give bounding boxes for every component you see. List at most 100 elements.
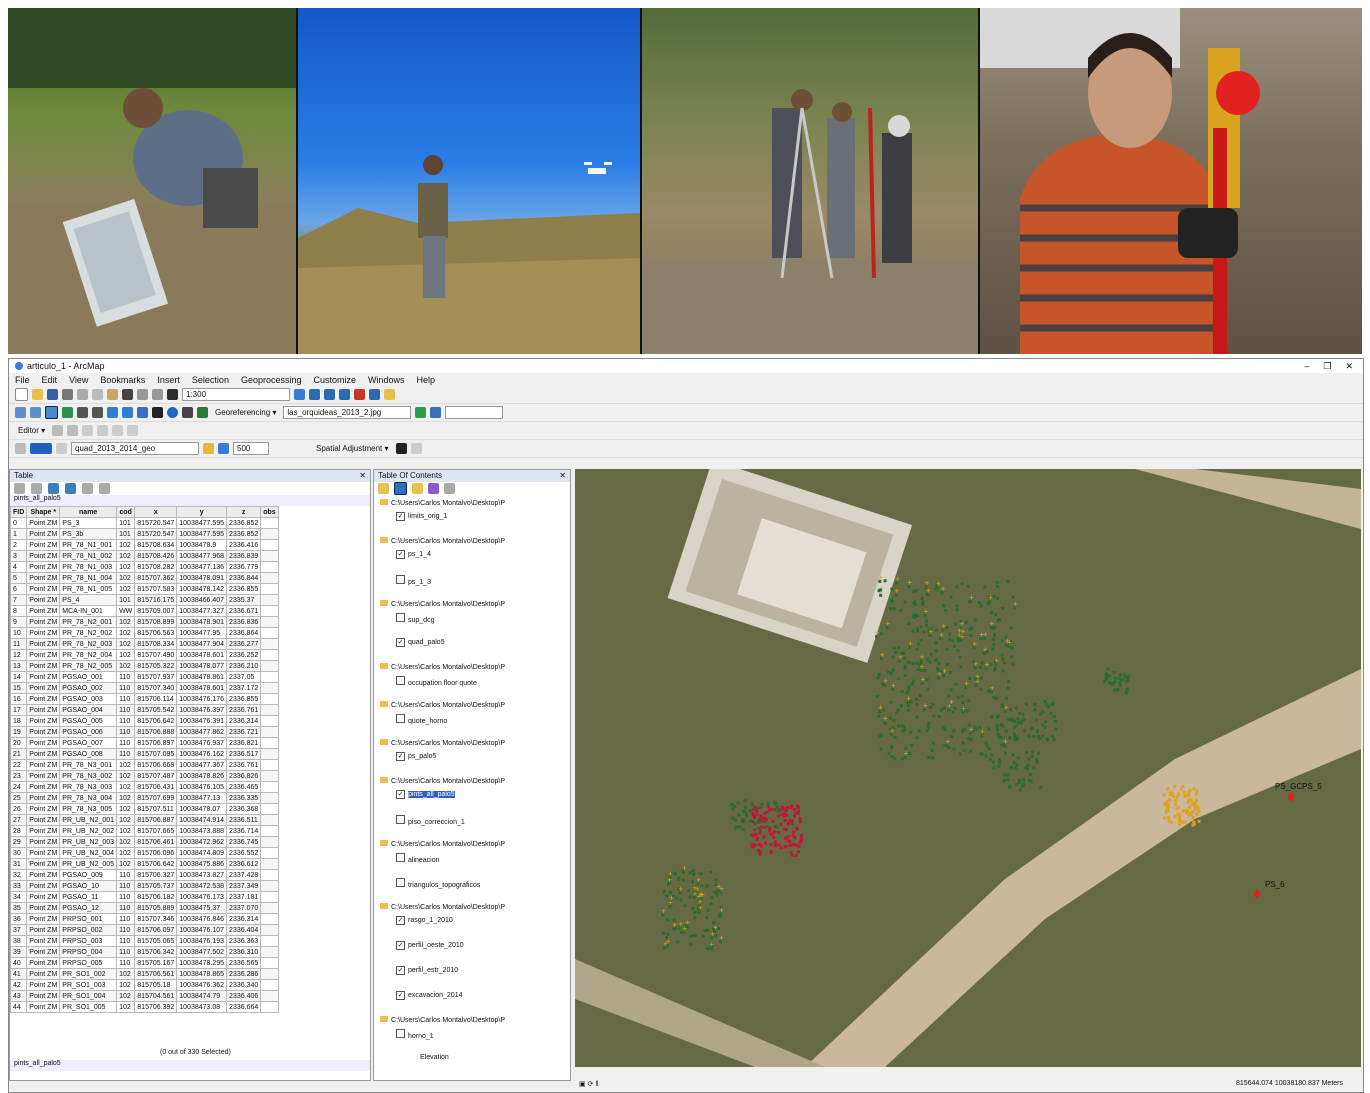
survey-point[interactable] (799, 836, 803, 840)
survey-point[interactable] (1000, 653, 1004, 657)
layer-visibility-checkbox[interactable]: ✓ (396, 752, 405, 761)
survey-point[interactable] (961, 741, 965, 745)
survey-point[interactable] (891, 655, 895, 659)
layer-visibility-checkbox[interactable] (396, 878, 405, 887)
survey-point[interactable] (879, 593, 883, 597)
survey-point[interactable] (1113, 676, 1117, 680)
menu-help[interactable]: Help (417, 375, 436, 385)
survey-point[interactable] (714, 934, 718, 938)
select-features-icon[interactable] (137, 407, 148, 418)
survey-point[interactable] (944, 608, 948, 612)
survey-point[interactable]: + (1005, 637, 1010, 646)
survey-point[interactable] (750, 833, 754, 837)
survey-point[interactable] (753, 807, 757, 811)
survey-point[interactable] (992, 766, 996, 770)
survey-point[interactable]: + (990, 619, 995, 628)
survey-point[interactable] (759, 806, 763, 810)
survey-point[interactable] (969, 633, 973, 637)
survey-point[interactable] (1170, 791, 1174, 795)
survey-point[interactable] (912, 589, 916, 593)
toc-layer[interactable]: triangulos_topograficos (396, 878, 480, 889)
survey-point[interactable] (965, 709, 969, 713)
survey-point[interactable] (968, 749, 972, 753)
survey-point[interactable] (879, 733, 883, 737)
toc-layer[interactable]: horno_1 (396, 1029, 434, 1040)
survey-point[interactable] (956, 648, 960, 652)
layer-visibility-checkbox[interactable]: ✓ (396, 991, 405, 1000)
survey-point[interactable] (777, 843, 781, 847)
survey-point[interactable]: + (985, 660, 990, 669)
survey-point[interactable] (920, 596, 924, 600)
survey-point[interactable] (1050, 734, 1054, 738)
survey-point[interactable] (710, 896, 714, 900)
toc-folder[interactable]: C:\Users\Carlos Montalvo\Desktop\P (380, 903, 505, 911)
list-by-drawing-order-icon[interactable] (378, 483, 389, 494)
toc-layer[interactable]: ✓ limits_orig_1 (396, 512, 447, 521)
table-row[interactable]: 19 Point ZM PGSAO_006 110 815706.888 10038477… (10, 726, 279, 738)
survey-point[interactable] (945, 662, 949, 666)
survey-point[interactable] (765, 825, 769, 829)
toc-layer[interactable]: occupation floor quote (396, 676, 477, 687)
table-row[interactable]: 17 Point ZM PGSAO_004 110 815705.542 10038476… (10, 704, 279, 716)
table-row[interactable]: 9 Point ZM PR_78_N2_001 102 815708.899 100384… (10, 616, 279, 628)
survey-point[interactable] (996, 728, 1000, 732)
survey-point[interactable] (791, 822, 795, 826)
survey-point[interactable] (952, 729, 956, 733)
map-view[interactable]: + + + + + + + + + + + + + + + + + + + + + + + + + + + + + + + + + + + + + + + +… (575, 469, 1361, 1067)
layer-visibility-checkbox[interactable] (396, 714, 405, 723)
survey-point[interactable] (992, 643, 996, 647)
survey-point[interactable] (1003, 751, 1007, 755)
survey-point[interactable] (1162, 793, 1166, 797)
color-swatch-icon[interactable] (30, 443, 52, 454)
table-options-icon[interactable] (14, 483, 25, 494)
survey-point[interactable] (942, 706, 946, 710)
survey-point[interactable]: + (875, 628, 880, 637)
survey-point[interactable]: + (890, 726, 895, 735)
table-row[interactable]: 13 Point ZM PR_78_N2_005 102 815705.322 10038… (10, 660, 279, 672)
survey-point[interactable] (911, 629, 915, 633)
survey-point[interactable]: + (973, 639, 978, 648)
survey-point[interactable] (925, 619, 929, 623)
survey-point[interactable] (1177, 805, 1181, 809)
survey-point[interactable] (775, 806, 779, 810)
full-extent-icon[interactable] (62, 407, 73, 418)
survey-point[interactable] (1176, 812, 1180, 816)
survey-point[interactable] (1013, 735, 1017, 739)
survey-point[interactable] (701, 934, 705, 938)
survey-point[interactable] (1025, 767, 1029, 771)
survey-point[interactable]: + (696, 876, 701, 885)
survey-point[interactable] (996, 585, 1000, 589)
edit-tool-icon[interactable] (52, 425, 64, 436)
survey-point[interactable] (1035, 757, 1039, 761)
survey-point[interactable] (985, 744, 989, 748)
survey-point[interactable] (888, 606, 892, 610)
survey-point[interactable] (665, 918, 669, 922)
survey-point[interactable] (730, 802, 734, 806)
survey-point[interactable] (940, 708, 944, 712)
survey-point[interactable] (797, 844, 801, 848)
survey-point[interactable] (990, 753, 994, 757)
table-row[interactable]: 7 Point ZM PS_4 101 815716.175 10038466.407 23… (10, 594, 279, 606)
survey-point[interactable] (753, 822, 757, 826)
table-row[interactable]: 30 Point ZM PR_UB_N2_004 102 815706.096 10038… (10, 847, 279, 859)
survey-point[interactable]: + (717, 882, 722, 891)
survey-point[interactable] (1024, 702, 1028, 706)
survey-point[interactable] (788, 840, 792, 844)
survey-point[interactable] (799, 833, 803, 837)
survey-point[interactable]: + (949, 697, 954, 706)
survey-point[interactable] (915, 715, 919, 719)
survey-point[interactable]: + (719, 905, 724, 914)
survey-point[interactable] (996, 597, 1000, 601)
survey-point[interactable] (1165, 800, 1169, 804)
survey-point[interactable] (1046, 738, 1050, 742)
survey-point[interactable] (1009, 708, 1013, 712)
survey-point[interactable]: + (937, 670, 942, 679)
survey-point[interactable] (934, 649, 938, 653)
survey-point[interactable] (910, 743, 914, 747)
survey-point[interactable]: + (961, 704, 966, 713)
survey-point[interactable] (792, 814, 796, 818)
survey-point[interactable] (783, 818, 787, 822)
survey-point[interactable] (700, 884, 704, 888)
survey-point[interactable] (1032, 735, 1036, 739)
survey-point[interactable] (927, 726, 931, 730)
